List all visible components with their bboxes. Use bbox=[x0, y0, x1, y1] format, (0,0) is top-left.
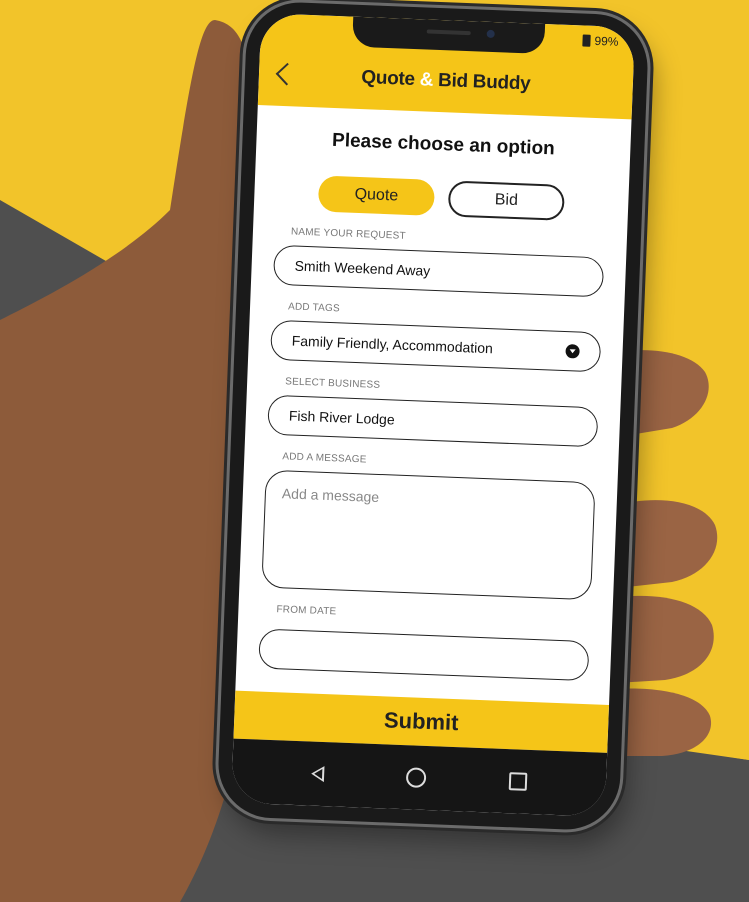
square-recent-icon[interactable] bbox=[508, 772, 528, 791]
android-nav-bar bbox=[231, 738, 608, 817]
from-date-label: FROM DATE bbox=[276, 604, 337, 618]
bid-option-button[interactable]: Bid bbox=[447, 180, 565, 221]
circle-home-icon[interactable] bbox=[406, 767, 427, 789]
dropdown-circle-icon[interactable] bbox=[565, 344, 580, 359]
message-placeholder: Add a message bbox=[281, 485, 380, 505]
request-name-value: Smith Weekend Away bbox=[294, 257, 431, 279]
tags-value: Family Friendly, Accommodation bbox=[291, 332, 494, 357]
option-toggle-group: Quote Bid bbox=[254, 173, 629, 223]
option-question: Please choose an option bbox=[331, 129, 556, 160]
from-date-input[interactable] bbox=[258, 628, 590, 682]
tags-select[interactable]: Family Friendly, Accommodation bbox=[270, 319, 602, 373]
form-content: Please choose an option Quote Bid NAME Y… bbox=[235, 105, 631, 705]
speaker-grille bbox=[426, 29, 471, 36]
request-name-input[interactable]: Smith Weekend Away bbox=[272, 244, 605, 298]
front-camera bbox=[486, 29, 495, 39]
triangle-back-icon[interactable] bbox=[311, 765, 325, 783]
app-title-ampersand: & bbox=[419, 69, 434, 91]
message-textarea[interactable]: Add a message bbox=[261, 469, 596, 601]
app-title: Quote & Bid Buddy bbox=[259, 63, 634, 99]
status-bar: 99% bbox=[582, 33, 619, 49]
business-value: Fish River Lodge bbox=[288, 407, 395, 428]
business-input[interactable]: Fish River Lodge bbox=[267, 394, 599, 448]
battery-level: 99% bbox=[594, 33, 619, 49]
battery-icon bbox=[582, 34, 591, 47]
phone-screen: Quote & Bid Buddy 99% Please choose an o… bbox=[231, 13, 636, 817]
app-title-part1: Quote bbox=[360, 67, 421, 91]
quote-option-button[interactable]: Quote bbox=[317, 175, 436, 216]
app-title-part2: Bid Buddy bbox=[432, 69, 531, 95]
phone-device: Quote & Bid Buddy 99% Please choose an o… bbox=[216, 0, 650, 832]
